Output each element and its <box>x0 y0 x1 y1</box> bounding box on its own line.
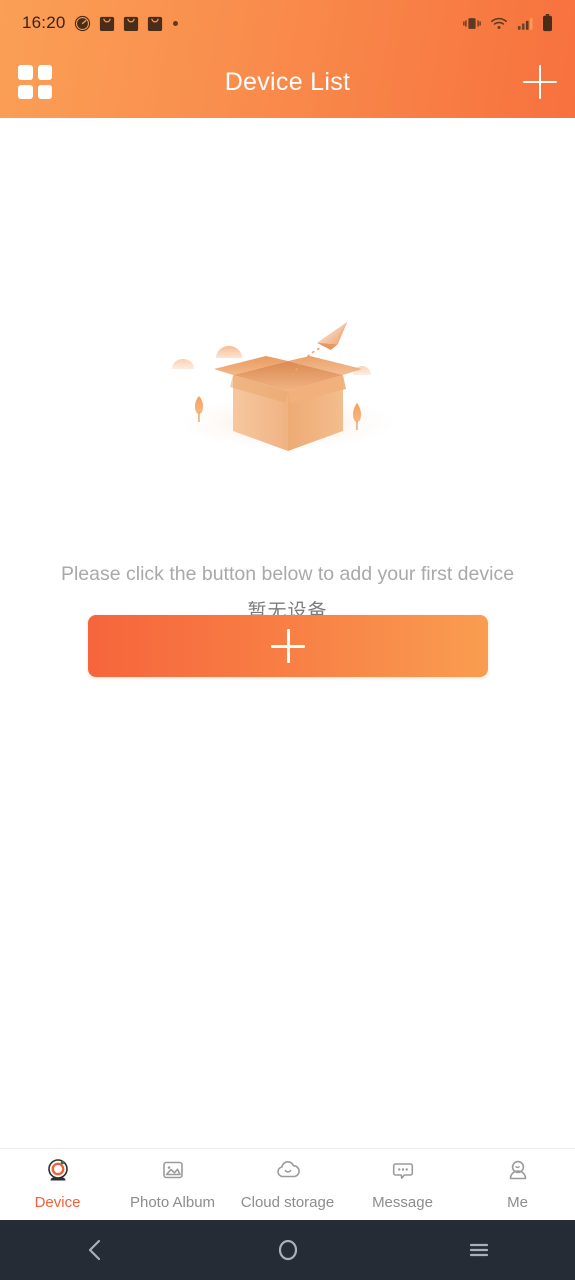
cloud-icon <box>273 1156 303 1191</box>
grid-menu-icon[interactable] <box>18 65 52 99</box>
tab-label-message: Message <box>372 1194 433 1211</box>
shopping-bag-icon <box>99 15 115 32</box>
chat-bubble-icon <box>388 1156 418 1191</box>
add-device-header-button[interactable] <box>523 65 557 99</box>
phone-screen: 16:20 Device List 暂无设备 Please click the … <box>0 0 575 1280</box>
camera-icon <box>43 1156 73 1191</box>
add-device-button[interactable] <box>88 615 488 677</box>
title-bar: Device List <box>0 46 575 118</box>
android-nav-bar <box>0 1220 575 1280</box>
vibrate-icon <box>463 16 481 31</box>
tab-photo-album[interactable]: Photo Album <box>115 1156 230 1211</box>
status-bar-right <box>463 14 553 32</box>
signal-icon <box>517 16 533 31</box>
image-icon <box>158 1156 188 1191</box>
shopping-bag-icon <box>123 15 139 32</box>
empty-box-illustration <box>0 313 575 473</box>
add-device-hint: Please click the button below to add you… <box>60 563 515 585</box>
back-icon[interactable] <box>0 1237 192 1263</box>
tab-message[interactable]: Message <box>345 1156 460 1211</box>
tab-label-photo-album: Photo Album <box>129 1194 216 1211</box>
bottom-tab-bar: Device Photo Album Cloud storage Message… <box>0 1148 575 1220</box>
tab-me[interactable]: Me <box>460 1156 575 1211</box>
speedometer-icon <box>74 15 91 32</box>
battery-icon <box>542 14 553 32</box>
status-clock: 16:20 <box>22 13 66 32</box>
tab-label-me: Me <box>507 1194 528 1211</box>
person-icon <box>503 1156 533 1191</box>
tab-label-device: Device <box>34 1194 81 1211</box>
plus-icon <box>271 629 305 663</box>
tab-label-cloud-storage: Cloud storage <box>240 1194 335 1211</box>
page-title: Device List <box>224 67 351 96</box>
home-icon[interactable] <box>192 1237 384 1263</box>
status-bar: 16:20 <box>0 0 575 46</box>
main-content: 暂无设备 Please click the button below to ad… <box>0 118 575 1148</box>
recents-icon[interactable] <box>383 1237 575 1263</box>
tab-device[interactable]: Device <box>0 1156 115 1211</box>
wifi-icon <box>490 16 508 31</box>
dot-icon <box>172 20 178 26</box>
app-header: 16:20 Device List <box>0 0 575 118</box>
tab-cloud-storage[interactable]: Cloud storage <box>230 1156 345 1211</box>
shopping-bag-icon <box>147 15 163 32</box>
status-bar-left: 16:20 <box>22 13 463 33</box>
